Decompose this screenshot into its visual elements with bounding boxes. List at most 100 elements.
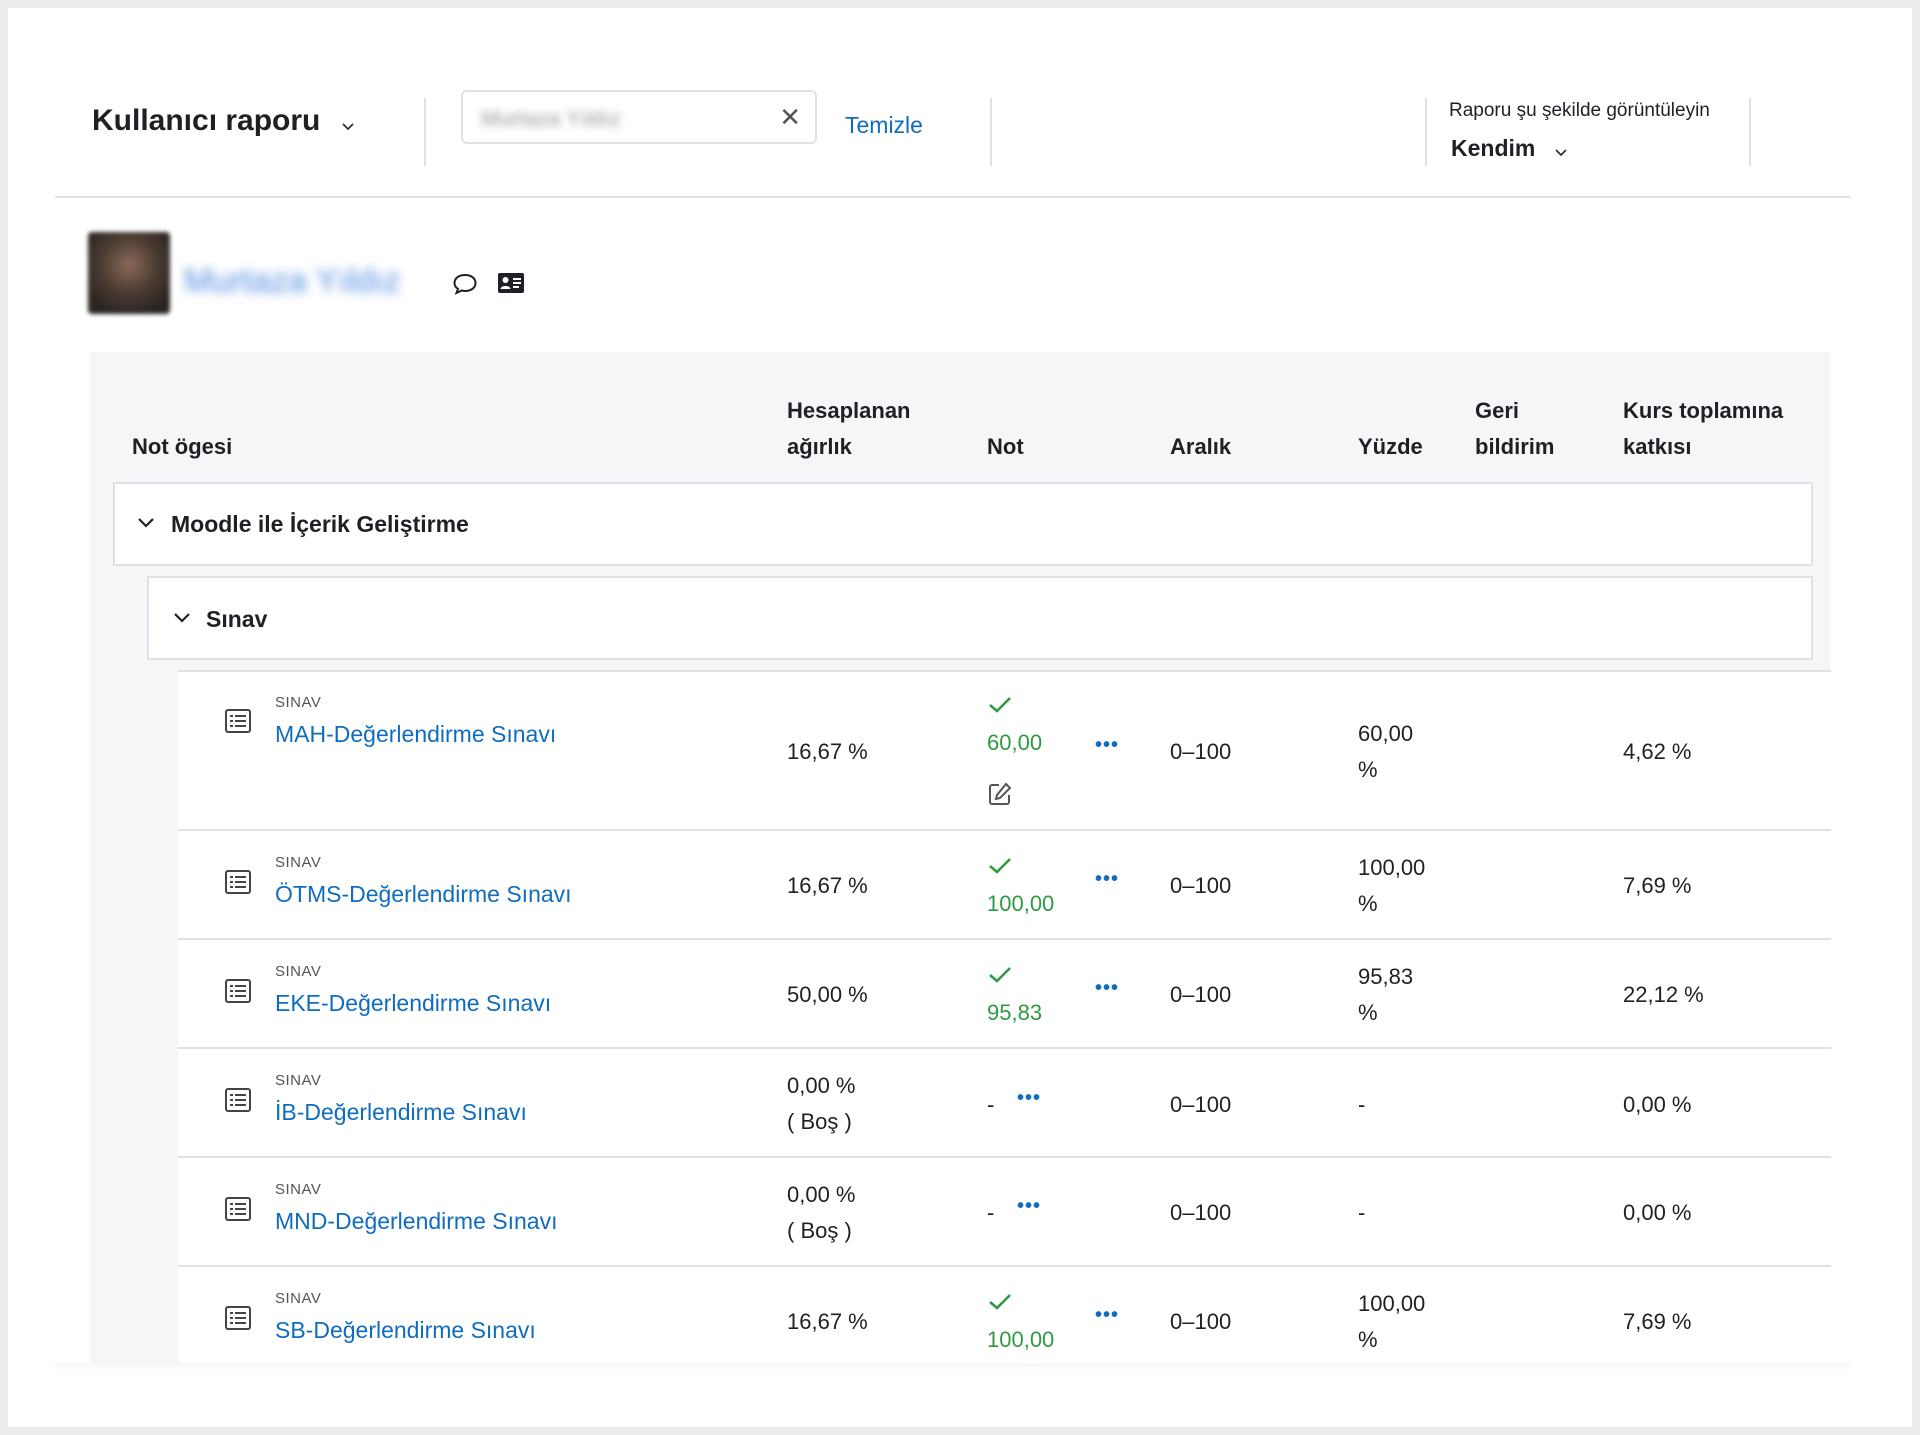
- grade-item-link[interactable]: İB-Değerlendirme Sınavı: [275, 1099, 527, 1126]
- quiz-icon: [224, 708, 252, 739]
- category-name: Moodle ile İçerik Geliştirme: [171, 511, 469, 537]
- contribution-value: 7,69 %: [1623, 873, 1692, 898]
- close-icon[interactable]: ✕: [779, 102, 801, 133]
- item-type-label: SINAV: [275, 1290, 322, 1307]
- avatar[interactable]: [88, 232, 170, 314]
- grade-item-link[interactable]: ÖTMS-Değerlendirme Sınavı: [275, 881, 572, 908]
- search-value: Murtaza Yıldız: [481, 106, 622, 131]
- weight-value: 16,67 %: [787, 739, 868, 764]
- chevron-down-icon: [341, 105, 355, 139]
- contribution-value: 4,62 %: [1623, 739, 1692, 764]
- col-header-weight: Hesaplanan ağırlık: [787, 393, 911, 465]
- header-divider: [424, 98, 426, 166]
- ellipsis-icon[interactable]: •••: [1095, 1304, 1119, 1327]
- item-type-label: SINAV: [275, 854, 322, 871]
- range-value: 0–100: [1170, 1200, 1232, 1225]
- weight-value: 16,67 %: [787, 1309, 868, 1334]
- header-divider: [1749, 98, 1751, 166]
- col-header-contribution-line1: Kurs toplamına: [1623, 398, 1784, 423]
- header-divider: [1425, 98, 1427, 166]
- id-card-icon[interactable]: [497, 272, 525, 299]
- quiz-icon: [224, 1087, 252, 1118]
- ellipsis-icon[interactable]: •••: [1095, 868, 1119, 891]
- checkmark-icon: [988, 1293, 1012, 1316]
- view-as-value: Kendim: [1451, 135, 1536, 161]
- weight-value: 0,00 % ( Boş ): [787, 1177, 856, 1249]
- range-value: 0–100: [1170, 873, 1232, 898]
- contribution-value: 0,00 %: [1623, 1200, 1692, 1225]
- percentage-value: -: [1358, 1200, 1366, 1225]
- grade-value: -: [987, 1200, 995, 1225]
- weight-empty-note: ( Boş ): [787, 1109, 852, 1134]
- percentage-number: 100,00: [1358, 855, 1426, 880]
- col-header-weight-line1: Hesaplanan: [787, 398, 911, 423]
- percentage-sign: %: [1358, 1000, 1378, 1025]
- percentage-sign: %: [1358, 757, 1378, 782]
- weight-value: 16,67 %: [787, 873, 868, 898]
- grade-value: 60,00: [987, 730, 1043, 755]
- percentage-number: 60,00: [1358, 721, 1414, 746]
- quiz-icon: [224, 978, 252, 1009]
- range-value: 0–100: [1170, 1309, 1232, 1334]
- grade-value: 100,00: [987, 1327, 1055, 1352]
- ellipsis-icon[interactable]: •••: [1017, 1087, 1041, 1110]
- quiz-icon: [224, 869, 252, 900]
- item-type-label: SINAV: [275, 1181, 322, 1198]
- ellipsis-icon[interactable]: •••: [1017, 1195, 1041, 1218]
- col-header-contribution: Kurs toplamına katkısı: [1623, 393, 1783, 465]
- range-value: 0–100: [1170, 1092, 1232, 1117]
- view-as-selector[interactable]: Kendim: [1451, 135, 1568, 163]
- percentage-number: 100,00: [1358, 1291, 1426, 1316]
- range-value: 0–100: [1170, 982, 1232, 1007]
- contribution-value: 7,69 %: [1623, 1309, 1692, 1334]
- percentage-value: 100,00 %: [1358, 850, 1425, 922]
- contribution-value: 22,12 %: [1623, 982, 1704, 1007]
- ellipsis-icon[interactable]: •••: [1095, 977, 1119, 1000]
- col-header-weight-line2: ağırlık: [787, 434, 852, 459]
- quiz-icon: [224, 1196, 252, 1227]
- col-header-item: Not ögesi: [132, 434, 233, 459]
- weight-number: 0,00 %: [787, 1182, 856, 1207]
- content-fade: [55, 1363, 1850, 1371]
- checkmark-icon: [988, 857, 1012, 880]
- checkmark-icon: [988, 696, 1012, 719]
- subcategory-row: [147, 576, 1813, 660]
- clear-link[interactable]: Temizle: [845, 112, 923, 139]
- speech-bubble-icon[interactable]: [452, 272, 478, 301]
- percentage-value: -: [1358, 1092, 1366, 1117]
- weight-number: 0,00 %: [787, 1073, 856, 1098]
- range-value: 0–100: [1170, 739, 1232, 764]
- chevron-down-icon[interactable]: [136, 516, 156, 535]
- col-header-range: Aralık: [1170, 434, 1232, 459]
- contribution-value: 0,00 %: [1623, 1092, 1692, 1117]
- chevron-down-icon: [1554, 136, 1568, 163]
- percentage-value: 60,00 %: [1358, 716, 1413, 788]
- ellipsis-icon[interactable]: •••: [1095, 734, 1119, 757]
- percentage-number: 95,83: [1358, 964, 1414, 989]
- chevron-down-icon[interactable]: [172, 611, 192, 630]
- checkmark-icon: [988, 966, 1012, 989]
- user-search-field[interactable]: Murtaza Yıldız ✕: [461, 90, 817, 144]
- col-header-contribution-line2: katkısı: [1623, 434, 1692, 459]
- grade-item-link[interactable]: MAH-Değerlendirme Sınavı: [275, 721, 556, 748]
- percentage-value: 95,83 %: [1358, 959, 1413, 1031]
- grade-item-link[interactable]: MND-Değerlendirme Sınavı: [275, 1208, 557, 1235]
- percentage-value: 100,00 %: [1358, 1286, 1425, 1358]
- grade-item-link[interactable]: EKE-Değerlendirme Sınavı: [275, 990, 551, 1017]
- header-separator: [55, 196, 1850, 198]
- grade-value: 100,00: [987, 891, 1055, 916]
- grade-value: -: [987, 1092, 995, 1117]
- user-name-link[interactable]: Murtaza Yıldız: [184, 262, 401, 301]
- percentage-sign: %: [1358, 891, 1378, 916]
- grade-item-link[interactable]: SB-Değerlendirme Sınavı: [275, 1317, 536, 1344]
- edit-icon[interactable]: [988, 782, 1012, 811]
- quiz-icon: [224, 1305, 252, 1336]
- col-header-feedback-line2: bildirim: [1475, 434, 1555, 459]
- col-header-grade: Not: [987, 434, 1024, 459]
- percentage-sign: %: [1358, 1327, 1378, 1352]
- report-selector[interactable]: Kullanıcı raporu: [92, 104, 355, 139]
- subcategory-name: Sınav: [206, 606, 268, 632]
- weight-value: 0,00 % ( Boş ): [787, 1068, 856, 1140]
- view-as-label: Raporu şu şekilde görüntüleyin: [1449, 100, 1710, 121]
- col-header-percentage: Yüzde: [1358, 434, 1423, 459]
